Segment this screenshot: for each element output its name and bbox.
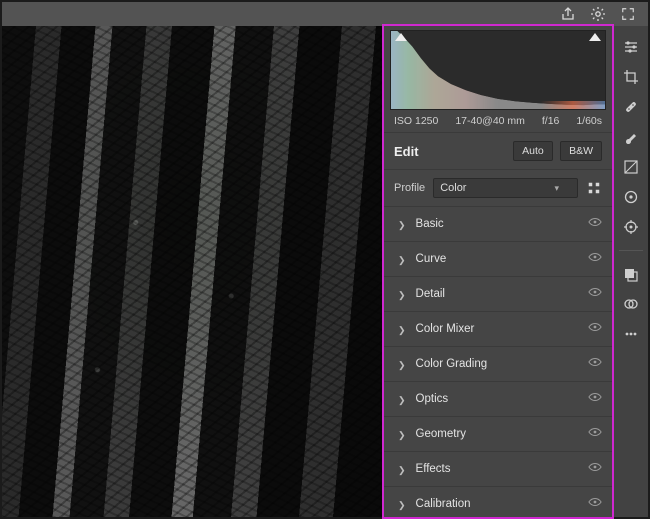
exif-row: ISO 1250 17-40@40 mm f/16 1/60s <box>384 110 612 133</box>
section-label: Optics <box>416 393 449 405</box>
profile-label: Profile <box>394 182 425 194</box>
section-calibration[interactable]: ❯ Calibration <box>384 487 612 517</box>
share-icon[interactable] <box>560 6 576 22</box>
profile-browser-icon[interactable] <box>586 180 602 196</box>
shadow-clip-indicator[interactable] <box>395 33 407 41</box>
section-effects[interactable]: ❯ Effects <box>384 452 612 487</box>
section-label: Calibration <box>416 498 471 510</box>
section-label: Basic <box>416 218 444 230</box>
section-optics[interactable]: ❯ Optics <box>384 382 612 417</box>
sections-list: ❯ Basic ❯ Curve ❯ Detail ❯ Color Mixer ❯ Colo… <box>384 207 612 517</box>
eye-icon[interactable] <box>588 217 602 231</box>
chevron-right-icon: ❯ <box>398 500 406 511</box>
redeye-icon[interactable] <box>622 218 640 236</box>
tool-rail <box>612 26 648 517</box>
gear-icon[interactable] <box>590 6 606 22</box>
linear-gradient-icon[interactable] <box>622 158 640 176</box>
section-label: Geometry <box>416 428 467 440</box>
histogram-block: ISO 1250 17-40@40 mm f/16 1/60s <box>384 26 612 133</box>
eye-icon[interactable] <box>588 357 602 371</box>
exif-focal: 17-40@40 mm <box>455 115 525 127</box>
radial-gradient-icon[interactable] <box>622 188 640 206</box>
healing-icon[interactable] <box>622 98 640 116</box>
section-basic[interactable]: ❯ Basic <box>384 207 612 242</box>
eye-icon[interactable] <box>588 462 602 476</box>
app-window: ISO 1250 17-40@40 mm f/16 1/60s Edit Aut… <box>0 0 650 519</box>
section-label: Effects <box>416 463 451 475</box>
edit-title: Edit <box>394 144 419 159</box>
chevron-right-icon: ❯ <box>398 325 406 336</box>
chevron-down-icon: ▾ <box>554 183 559 194</box>
more-icon[interactable] <box>622 325 640 343</box>
histogram[interactable] <box>390 30 606 110</box>
bw-button[interactable]: B&W <box>560 141 602 161</box>
section-label: Color Grading <box>416 358 488 370</box>
section-label: Color Mixer <box>416 323 475 335</box>
section-color-mixer[interactable]: ❯ Color Mixer <box>384 312 612 347</box>
eye-icon[interactable] <box>588 287 602 301</box>
eye-icon[interactable] <box>588 497 602 511</box>
section-curve[interactable]: ❯ Curve <box>384 242 612 277</box>
chevron-right-icon: ❯ <box>398 220 406 231</box>
app-topbar <box>2 2 648 26</box>
chevron-right-icon: ❯ <box>398 430 406 441</box>
section-label: Curve <box>416 253 447 265</box>
presets-icon[interactable] <box>622 295 640 313</box>
sliders-icon[interactable] <box>622 38 640 56</box>
section-color-grading[interactable]: ❯ Color Grading <box>384 347 612 382</box>
exif-shutter: 1/60s <box>576 115 602 127</box>
chevron-right-icon: ❯ <box>398 395 406 406</box>
rail-separator <box>619 250 643 251</box>
eye-icon[interactable] <box>588 427 602 441</box>
section-geometry[interactable]: ❯ Geometry <box>384 417 612 452</box>
chevron-right-icon: ❯ <box>398 360 406 371</box>
snapshots-icon[interactable] <box>622 265 640 283</box>
profile-row: Profile Color ▾ <box>384 170 612 207</box>
eye-icon[interactable] <box>588 252 602 266</box>
exif-aperture: f/16 <box>542 115 560 127</box>
section-label: Detail <box>416 288 445 300</box>
highlight-clip-indicator[interactable] <box>589 33 601 41</box>
section-detail[interactable]: ❯ Detail <box>384 277 612 312</box>
chevron-right-icon: ❯ <box>398 465 406 476</box>
eye-icon[interactable] <box>588 322 602 336</box>
profile-select[interactable]: Color ▾ <box>433 178 578 198</box>
expand-icon[interactable] <box>620 6 636 22</box>
eye-icon[interactable] <box>588 392 602 406</box>
edit-panel: ISO 1250 17-40@40 mm f/16 1/60s Edit Aut… <box>384 26 612 517</box>
chevron-right-icon: ❯ <box>398 290 406 301</box>
crop-icon[interactable] <box>622 68 640 86</box>
main-area: ISO 1250 17-40@40 mm f/16 1/60s Edit Aut… <box>2 26 648 517</box>
auto-button[interactable]: Auto <box>513 141 553 161</box>
profile-value: Color <box>440 182 466 194</box>
image-canvas[interactable] <box>2 26 384 517</box>
edit-header-row: Edit Auto B&W <box>384 133 612 170</box>
brush-icon[interactable] <box>622 128 640 146</box>
exif-iso: ISO 1250 <box>394 115 438 127</box>
chevron-right-icon: ❯ <box>398 255 406 266</box>
